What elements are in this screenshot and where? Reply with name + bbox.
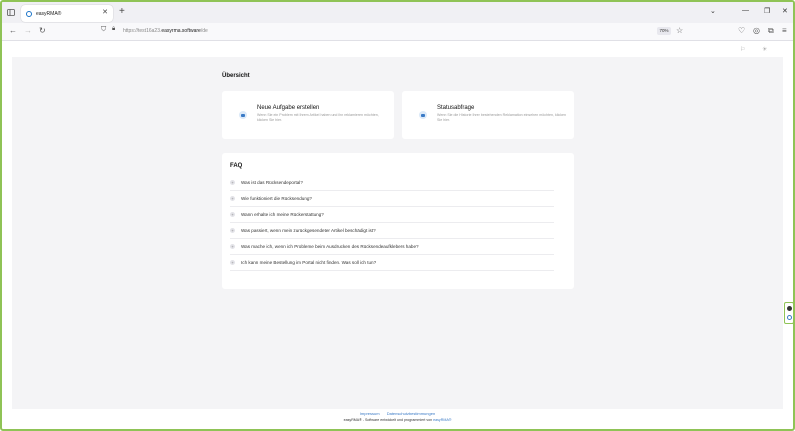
tab-easyrma[interactable]: easyRMA® ✕	[21, 5, 113, 22]
footer-brand-link[interactable]: easyRMA®	[433, 418, 451, 422]
window-close-icon[interactable]: ✕	[782, 7, 788, 15]
plus-icon[interactable]: +	[230, 260, 235, 265]
lock-icon[interactable]: 🔒︎	[112, 26, 115, 33]
pocket-icon[interactable]: ♡	[738, 26, 745, 35]
gear-icon[interactable]	[787, 306, 792, 311]
new-task-icon	[239, 111, 247, 119]
faq-list: + Was ist das Rücksendeportal? + Wie funkt…	[230, 175, 554, 271]
sidebar-icon[interactable]	[2, 2, 20, 23]
status-query-icon	[419, 111, 427, 119]
faq-question[interactable]: Was passiert, wenn mein zurückgesendeter…	[241, 228, 376, 233]
status-query-title: Statusabfrage	[437, 105, 475, 111]
footer: Impressum Datenschutzbestimmungen easyRM…	[4, 411, 791, 422]
close-icon[interactable]: ✕	[102, 8, 108, 16]
forward-icon[interactable]: →	[24, 26, 32, 35]
moon-icon[interactable]: ☀	[762, 46, 767, 53]
faq-title: FAQ	[230, 163, 243, 169]
plus-icon[interactable]: +	[230, 244, 235, 249]
impressum-link[interactable]: Impressum	[360, 411, 380, 416]
faq-item[interactable]: + Wie funktioniert die Rücksendung?	[230, 191, 554, 207]
faq-question[interactable]: Wie funktioniert die Rücksendung?	[241, 196, 312, 201]
back-icon[interactable]: ←	[9, 26, 17, 35]
flag-icon[interactable]: ⚐	[740, 46, 745, 53]
address-bar[interactable]: ⛉ 🔒︎ https://test16a23.easyrma.software/…	[97, 25, 689, 39]
extensions-icon[interactable]: ⧉	[768, 26, 774, 36]
minimize-icon[interactable]: —	[742, 7, 749, 14]
faq-item[interactable]: + Was passiert, wenn mein zurückgesendete…	[230, 223, 554, 239]
faq-item[interactable]: + Wann erhalte ich meine Rückerstattung?	[230, 207, 554, 223]
faq-item[interactable]: + Was mache ich, wenn ich Probleme beim A…	[230, 239, 554, 255]
star-icon[interactable]: ☆	[676, 26, 683, 35]
menu-icon[interactable]: ≡	[782, 26, 787, 35]
new-tab-button[interactable]: +	[119, 6, 125, 18]
chevron-down-icon[interactable]: ⌄	[710, 7, 716, 15]
faq-question[interactable]: Was mache ich, wenn ich Probleme beim Au…	[241, 244, 419, 249]
tab-title: easyRMA®	[36, 10, 62, 17]
status-query-description: Wenn Sie die Historie Ihrer bestehenden …	[437, 113, 566, 122]
restore-icon[interactable]: ❐	[764, 7, 770, 15]
page-content: Übersicht Neue Aufgabe erstellen Wenn Si…	[12, 57, 783, 409]
footer-credit: easyRMA® - Software entwickelt und progr…	[4, 418, 791, 422]
new-task-card[interactable]: Neue Aufgabe erstellen Wenn Sie ein Prob…	[222, 91, 394, 139]
shield-icon[interactable]: ⛉	[101, 26, 106, 34]
faq-section: FAQ + Was ist das Rücksendeportal? + Wie f…	[222, 153, 574, 289]
privacy-link[interactable]: Datenschutzbestimmungen	[387, 411, 435, 416]
faq-item[interactable]: + Was ist das Rücksendeportal?	[230, 175, 554, 191]
new-task-title: Neue Aufgabe erstellen	[257, 105, 320, 111]
url-text: https://test16a23.easyrma.software/de	[123, 28, 208, 34]
page-title: Übersicht	[222, 73, 250, 79]
new-task-description: Wenn Sie ein Problem mit Ihrem Artikel h…	[257, 113, 379, 122]
footer-links: Impressum Datenschutzbestimmungen	[4, 411, 791, 416]
tab-bar: easyRMA® ✕ + ⌄ — ❐ ✕	[2, 2, 793, 23]
faq-question[interactable]: Wann erhalte ich meine Rückerstattung?	[241, 212, 324, 217]
faq-item[interactable]: + Ich kann meine Bestellung im Portal nic…	[230, 255, 554, 271]
navigation-bar: ← → ↻ ⛉ 🔒︎ https://test16a23.easyrma.sof…	[2, 23, 793, 41]
plus-icon[interactable]: +	[230, 180, 235, 185]
accessibility-widget[interactable]	[784, 302, 793, 324]
status-query-card[interactable]: Statusabfrage Wenn Sie die Historie Ihre…	[402, 91, 574, 139]
footer-credit-text: easyRMA® - Software entwickelt und progr…	[343, 418, 433, 422]
accessibility-icon[interactable]	[787, 315, 792, 320]
browser-window: easyRMA® ✕ + ⌄ — ❐ ✕ ← → ↻ ⛉ 🔒︎ https://…	[0, 0, 795, 431]
plus-icon[interactable]: +	[230, 196, 235, 201]
account-icon[interactable]: ◎	[753, 26, 760, 35]
favicon-icon	[26, 10, 32, 17]
faq-question[interactable]: Was ist das Rücksendeportal?	[241, 180, 303, 185]
plus-icon[interactable]: +	[230, 212, 235, 217]
reload-icon[interactable]: ↻	[39, 26, 46, 35]
plus-icon[interactable]: +	[230, 228, 235, 233]
zoom-level[interactable]: 70%	[657, 27, 671, 35]
faq-question[interactable]: Ich kann meine Bestellung im Portal nich…	[241, 260, 376, 265]
web-page: ⚐ ☀ Übersicht Neue Aufgabe erstellen Wen…	[4, 42, 791, 429]
